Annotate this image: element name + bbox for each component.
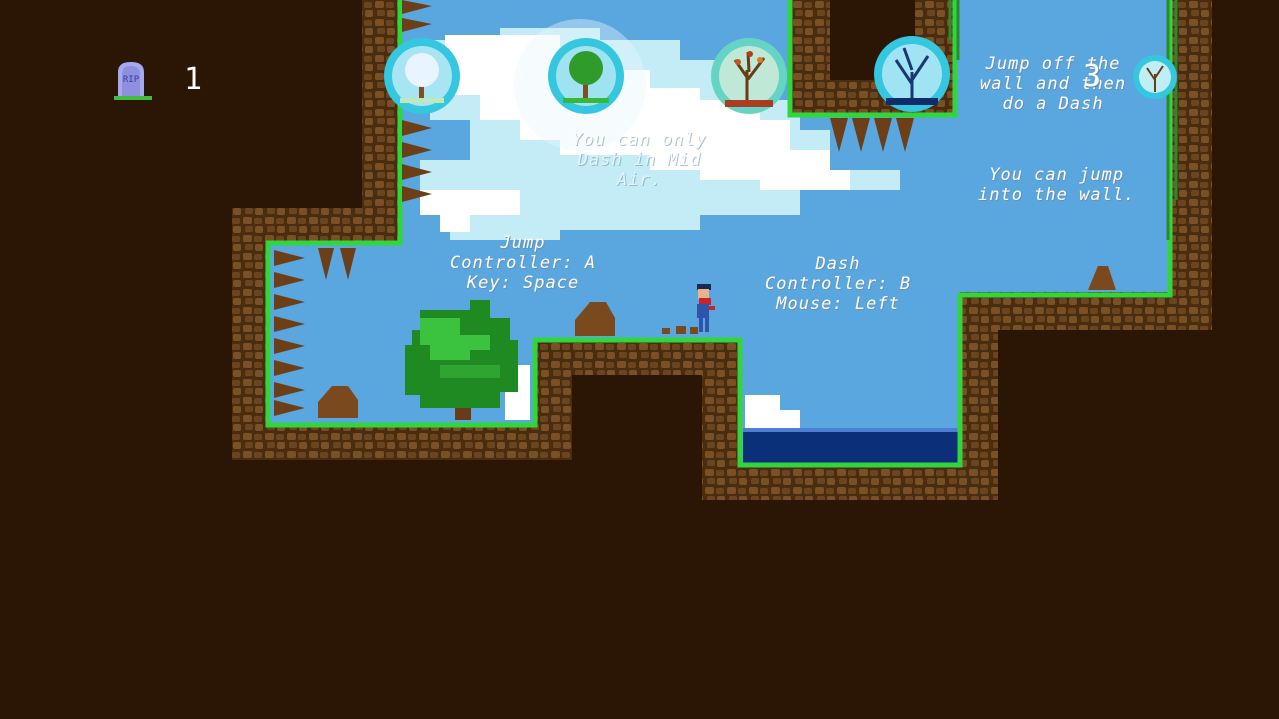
dead-tree-orb[interactable] <box>874 36 950 112</box>
spring-tree-orb[interactable] <box>548 38 624 114</box>
tutorial-line: Controller: A <box>450 253 597 273</box>
tutorial-wall-jump: You can jump into the wall. <box>978 165 1135 205</box>
tutorial-line: Air. <box>616 170 662 190</box>
tutorial-line: Controller: B <box>765 274 912 294</box>
tutorial-line: wall and then <box>980 74 1127 94</box>
autumn-tree-orb[interactable] <box>711 38 787 114</box>
tutorial-dash: Dash Controller: B Mouse: Left <box>765 254 911 314</box>
tutorial-line: Jump <box>500 233 546 253</box>
stage-number: 3 <box>1083 59 1102 94</box>
small-orb[interactable] <box>1133 55 1177 99</box>
game-screen: RIP 1 You can only Dash in Mid Air. Jump… <box>0 0 1279 719</box>
water-pool <box>743 428 958 465</box>
tutorial-jump: Jump Controller: A Key: Space <box>450 233 596 293</box>
tutorial-line: Key: Space <box>466 273 580 293</box>
winter-tree-orb[interactable] <box>384 38 460 114</box>
tombstone-label: RIP <box>123 75 140 85</box>
tutorial-walljump-dash: Jump off the wall and then do a Dash <box>980 54 1126 114</box>
death-count: 1 <box>184 62 203 97</box>
tutorial-line: into the wall. <box>978 185 1136 205</box>
death-counter: RIP 1 <box>112 58 202 102</box>
tombstone-icon: RIP <box>114 62 152 100</box>
tutorial-line: do a Dash <box>1002 94 1104 114</box>
tutorial-line: Mouse: Left <box>776 294 900 314</box>
tutorial-line: Dash in Mid <box>577 150 702 170</box>
tutorial-line: Jump off the <box>985 54 1121 74</box>
tutorial-dash-midair: You can only Dash in Mid Air. <box>572 130 707 190</box>
tutorial-line: Dash <box>815 254 861 274</box>
tutorial-line: You can jump <box>989 165 1125 185</box>
tutorial-line: You can only <box>572 130 707 150</box>
